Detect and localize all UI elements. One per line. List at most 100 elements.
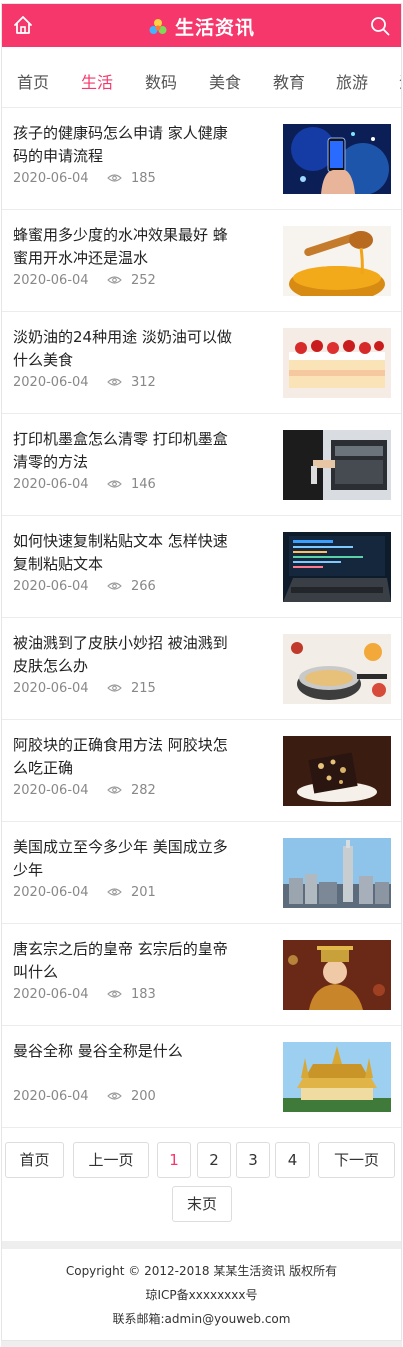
article-views: 146 (107, 477, 156, 492)
article-views: 312 (107, 375, 156, 390)
article-item[interactable]: 蜂蜜用多少度的水冲效果最好 蜂蜜用开水冲还是温水 2020-06-04 252 (2, 210, 401, 312)
page-frame: 生活资讯 首页 生活 数码 美食 教育 旅游 汽 孩子的健康码怎么申请 家人健康… (1, 3, 402, 1341)
view-count: 201 (131, 885, 156, 900)
eye-icon (107, 479, 122, 488)
article-views: 201 (107, 885, 156, 900)
article-thumbnail[interactable] (283, 226, 391, 296)
article-item[interactable]: 孩子的健康码怎么申请 家人健康码的申请流程 2020-06-04 185 (2, 108, 401, 210)
article-title[interactable]: 蜂蜜用多少度的水冲效果最好 蜂蜜用开水冲还是温水 (13, 224, 235, 270)
page-number-2[interactable]: 2 (197, 1142, 231, 1178)
article-date: 2020-06-04 (13, 579, 89, 594)
nav-item-education[interactable]: 教育 (273, 69, 305, 93)
pagination: 首页 上一页 1 2 3 4 下一页 末页 (2, 1138, 401, 1243)
article-date: 2020-06-04 (13, 1089, 89, 1104)
eye-icon (107, 173, 122, 182)
article-thumbnail[interactable] (283, 1042, 391, 1112)
article-item[interactable]: 淡奶油的24种用途 淡奶油可以做什么美食 2020-06-04 312 (2, 312, 401, 414)
article-views: 282 (107, 783, 156, 798)
article-title[interactable]: 被油溅到了皮肤小妙招 被油溅到皮肤怎么办 (13, 632, 235, 678)
section-divider (2, 1241, 401, 1249)
category-nav: 首页 生活 数码 美食 教育 旅游 汽 (2, 47, 401, 108)
article-date: 2020-06-04 (13, 681, 89, 696)
bottom-bar (1, 1341, 402, 1347)
view-count: 312 (131, 375, 156, 390)
view-count: 282 (131, 783, 156, 798)
article-date: 2020-06-04 (13, 783, 89, 798)
article-thumbnail[interactable] (283, 736, 391, 806)
article-thumbnail[interactable] (283, 532, 391, 602)
eye-icon (107, 581, 122, 590)
article-date: 2020-06-04 (13, 885, 89, 900)
eye-icon (107, 989, 122, 998)
article-date: 2020-06-04 (13, 477, 89, 492)
article-title[interactable]: 美国成立至今多少年 美国成立多少年 (13, 836, 235, 882)
article-date: 2020-06-04 (13, 987, 89, 1002)
article-thumbnail[interactable] (283, 430, 391, 500)
eye-icon (107, 1091, 122, 1100)
eye-icon (107, 683, 122, 692)
view-count: 200 (131, 1089, 156, 1104)
page-number-1[interactable]: 1 (157, 1142, 191, 1178)
site-brand[interactable]: 生活资讯 (2, 13, 401, 39)
page-number-3[interactable]: 3 (236, 1142, 270, 1178)
footer-email: 联系邮箱:admin@youweb.com (112, 1312, 291, 1326)
footer-icp[interactable]: 琼ICP备xxxxxxxx号 (2, 1283, 401, 1307)
article-list: 孩子的健康码怎么申请 家人健康码的申请流程 2020-06-04 185 蜂蜜用多少度… (2, 108, 401, 1128)
top-header: 生活资讯 (2, 4, 401, 47)
article-item[interactable]: 阿胶块的正确食用方法 阿胶块怎么吃正确 2020-06-04 282 (2, 720, 401, 822)
article-date: 2020-06-04 (13, 273, 89, 288)
view-count: 252 (131, 273, 156, 288)
article-title[interactable]: 阿胶块的正确食用方法 阿胶块怎么吃正确 (13, 734, 235, 780)
article-thumbnail[interactable] (283, 940, 391, 1010)
nav-item-digital[interactable]: 数码 (145, 69, 177, 93)
eye-icon (107, 785, 122, 794)
article-item[interactable]: 如何快速复制粘贴文本 怎样快速复制粘贴文本 2020-06-04 266 (2, 516, 401, 618)
article-item[interactable]: 曼谷全称 曼谷全称是什么 2020-06-04 200 (2, 1026, 401, 1128)
search-icon[interactable] (369, 15, 391, 37)
article-thumbnail[interactable] (283, 328, 391, 398)
article-title[interactable]: 淡奶油的24种用途 淡奶油可以做什么美食 (13, 326, 235, 372)
article-item[interactable]: 打印机墨盒怎么清零 打印机墨盒清零的方法 2020-06-04 146 (2, 414, 401, 516)
page-first-button[interactable]: 首页 (5, 1142, 64, 1178)
view-count: 215 (131, 681, 156, 696)
page-prev-button[interactable]: 上一页 (73, 1142, 149, 1178)
view-count: 183 (131, 987, 156, 1002)
article-thumbnail[interactable] (283, 634, 391, 704)
article-views: 266 (107, 579, 156, 594)
footer: Copyright © 2012-2018 某某生活资讯 版权所有 琼ICP备x… (2, 1249, 401, 1331)
page-number-4[interactable]: 4 (275, 1142, 310, 1178)
article-views: 200 (107, 1089, 156, 1104)
nav-item-overflow[interactable]: 汽 (399, 69, 401, 93)
article-views: 215 (107, 681, 156, 696)
article-views: 252 (107, 273, 156, 288)
view-count: 266 (131, 579, 156, 594)
article-title[interactable]: 唐玄宗之后的皇帝 玄宗后的皇帝叫什么 (13, 938, 235, 984)
view-count: 146 (131, 477, 156, 492)
article-title[interactable]: 如何快速复制粘贴文本 怎样快速复制粘贴文本 (13, 530, 235, 576)
article-date: 2020-06-04 (13, 375, 89, 390)
logo-icon (149, 18, 167, 34)
view-count: 185 (131, 171, 156, 186)
nav-item-home[interactable]: 首页 (17, 69, 49, 93)
nav-item-travel[interactable]: 旅游 (336, 69, 368, 93)
nav-item-life[interactable]: 生活 (81, 69, 113, 93)
site-title: 生活资讯 (175, 17, 256, 39)
article-item[interactable]: 唐玄宗之后的皇帝 玄宗后的皇帝叫什么 2020-06-04 183 (2, 924, 401, 1026)
eye-icon (107, 887, 122, 896)
page-next-button[interactable]: 下一页 (318, 1142, 395, 1178)
article-views: 183 (107, 987, 156, 1002)
article-thumbnail[interactable] (283, 124, 391, 194)
article-title[interactable]: 孩子的健康码怎么申请 家人健康码的申请流程 (13, 122, 235, 168)
article-item[interactable]: 美国成立至今多少年 美国成立多少年 2020-06-04 201 (2, 822, 401, 924)
article-thumbnail[interactable] (283, 838, 391, 908)
page-last-button[interactable]: 末页 (172, 1186, 232, 1222)
article-title[interactable]: 曼谷全称 曼谷全称是什么 (13, 1040, 235, 1063)
article-item[interactable]: 被油溅到了皮肤小妙招 被油溅到皮肤怎么办 2020-06-04 215 (2, 618, 401, 720)
footer-copyright: Copyright © 2012-2018 某某生活资讯 版权所有 (65, 1264, 338, 1278)
eye-icon (107, 275, 122, 284)
nav-item-food[interactable]: 美食 (209, 69, 241, 93)
eye-icon (107, 377, 122, 386)
article-date: 2020-06-04 (13, 171, 89, 186)
article-title[interactable]: 打印机墨盒怎么清零 打印机墨盒清零的方法 (13, 428, 235, 474)
article-views: 185 (107, 171, 156, 186)
